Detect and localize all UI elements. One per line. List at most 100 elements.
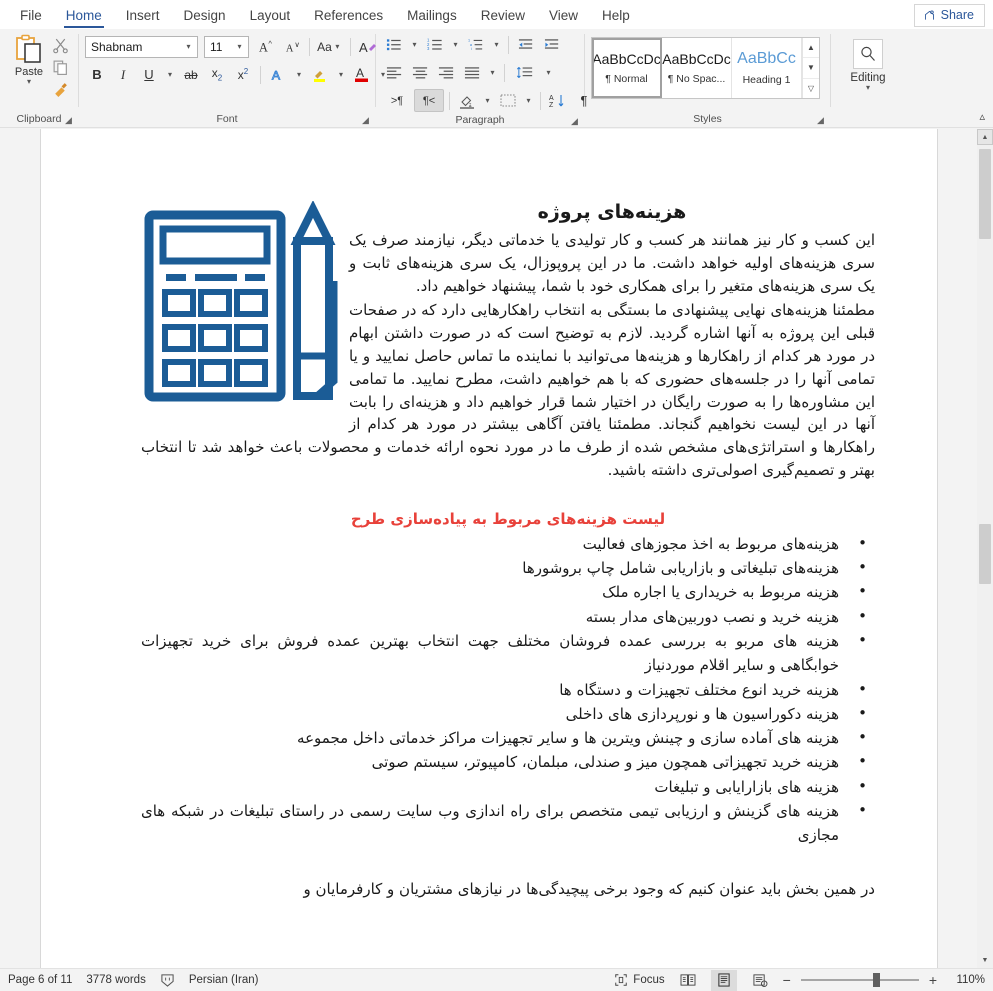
- tab-view[interactable]: View: [537, 4, 590, 29]
- read-mode-button[interactable]: [675, 970, 701, 991]
- styles-dialog-launcher[interactable]: ◢: [815, 115, 826, 126]
- tab-design[interactable]: Design: [172, 4, 238, 29]
- justify-dropdown[interactable]: ▾: [486, 61, 499, 84]
- styles-scroll-down-button[interactable]: ▼: [803, 58, 819, 79]
- style-no-spacing[interactable]: AaBbCcDc ¶ No Spac...: [662, 38, 732, 98]
- tab-label: File: [20, 8, 42, 23]
- change-case-button[interactable]: Aa ▾: [315, 35, 345, 58]
- ribbon: Paste ▾ Clipboard ◢ Shabnam ▾ 11 ▾ A ^ A…: [0, 29, 993, 128]
- tab-home[interactable]: Home: [54, 4, 114, 29]
- decrease-indent-button[interactable]: [514, 33, 538, 56]
- line-spacing-button[interactable]: [510, 61, 540, 84]
- tab-references[interactable]: References: [302, 4, 395, 29]
- left-to-right-button[interactable]: >¶: [382, 89, 412, 112]
- paragraph-dialog-launcher[interactable]: ◢: [569, 116, 580, 127]
- underline-dropdown[interactable]: ▾: [163, 63, 177, 86]
- chevron-down-icon[interactable]: ▾: [27, 78, 31, 86]
- document-page[interactable]: هزینه‌های پروژه این کسب و کار نیز همانند…: [40, 129, 938, 968]
- scroll-thumb-upper[interactable]: [979, 149, 991, 239]
- highlight-color-dropdown[interactable]: ▾: [334, 63, 348, 86]
- tab-file[interactable]: File: [8, 4, 54, 29]
- tab-label: Home: [65, 8, 102, 23]
- scroll-up-button[interactable]: ▲: [977, 129, 993, 145]
- align-center-button[interactable]: [408, 61, 432, 84]
- shading-button[interactable]: [455, 89, 479, 112]
- font-color-button[interactable]: A: [350, 63, 374, 86]
- styles-more-button[interactable]: ▽: [803, 79, 819, 98]
- sort-button[interactable]: AZ: [546, 89, 570, 112]
- clipboard-dialog-launcher[interactable]: ◢: [63, 115, 74, 126]
- font-name-combo[interactable]: Shabnam ▾: [85, 35, 198, 58]
- superscript-button[interactable]: x2: [231, 63, 255, 86]
- scroll-thumb[interactable]: [979, 524, 991, 584]
- scroll-down-button[interactable]: ▼: [977, 952, 993, 968]
- style-normal[interactable]: AaBbCcDc ¶ Normal: [592, 38, 662, 98]
- increase-indent-button[interactable]: [540, 33, 564, 56]
- tab-review[interactable]: Review: [469, 4, 537, 29]
- styles-scroll-up-button[interactable]: ▲: [803, 38, 819, 59]
- style-heading-1[interactable]: AaBbCc Heading 1: [732, 38, 802, 98]
- bullets-dropdown[interactable]: ▾: [408, 33, 421, 56]
- bullets-button[interactable]: [382, 33, 406, 56]
- divider: [508, 35, 509, 54]
- italic-button[interactable]: I: [111, 63, 135, 86]
- text-effects-button[interactable]: A: [266, 63, 290, 86]
- cut-button[interactable]: [52, 37, 69, 54]
- share-button[interactable]: Share: [913, 4, 985, 27]
- shrink-font-button[interactable]: A ∨: [280, 35, 304, 58]
- numbering-dropdown[interactable]: ▾: [449, 33, 462, 56]
- chevron-down-icon: ▾: [546, 68, 551, 77]
- zoom-level[interactable]: 110%: [947, 974, 985, 986]
- justify-button[interactable]: [460, 61, 484, 84]
- shading-dropdown[interactable]: ▾: [481, 89, 494, 112]
- document-bullet-list: هزینه‌های مربوط به اخذ مجوزهای فعالیت هز…: [141, 531, 875, 848]
- vertical-scrollbar[interactable]: ▲ ▼: [977, 129, 993, 968]
- borders-button[interactable]: [496, 89, 520, 112]
- proofing-errors-icon[interactable]: [160, 973, 175, 987]
- strikethrough-button[interactable]: ab: [179, 63, 203, 86]
- tab-label: Layout: [249, 8, 291, 23]
- focus-mode-button[interactable]: Focus: [614, 973, 665, 987]
- copy-button[interactable]: [52, 59, 69, 76]
- word-count[interactable]: 3778 words: [86, 974, 145, 986]
- text-highlight-button[interactable]: [308, 63, 332, 86]
- line-spacing-dropdown[interactable]: ▾: [542, 61, 555, 84]
- document-tail-paragraph: در همین بخش باید عنوان کنیم که وجود برخی…: [303, 879, 876, 898]
- svg-text:A: A: [359, 40, 368, 55]
- underline-button[interactable]: U: [137, 63, 161, 86]
- font-size-combo[interactable]: 11 ▾: [204, 35, 249, 58]
- grow-font-button[interactable]: A ^: [254, 35, 278, 58]
- zoom-in-button[interactable]: +: [929, 972, 937, 988]
- document-subheading: لیست هزینه‌های مربوط به پیاده‌سازی طرح: [350, 509, 666, 528]
- right-to-left-button[interactable]: ¶<: [414, 89, 444, 112]
- print-layout-button[interactable]: [710, 969, 737, 991]
- language-indicator[interactable]: Persian (Iran): [189, 974, 259, 986]
- align-right-button[interactable]: [434, 61, 458, 84]
- tab-help[interactable]: Help: [590, 4, 642, 29]
- font-dialog-launcher[interactable]: ◢: [360, 115, 371, 126]
- tab-mailings[interactable]: Mailings: [395, 4, 469, 29]
- tab-layout[interactable]: Layout: [238, 4, 303, 29]
- zoom-slider-thumb[interactable]: [872, 973, 880, 987]
- format-painter-button[interactable]: [52, 81, 69, 98]
- zoom-slider[interactable]: [800, 972, 919, 988]
- paste-button[interactable]: Paste ▾: [6, 33, 52, 86]
- numbering-button[interactable]: 123: [423, 33, 447, 56]
- chevron-down-icon: ▾: [526, 96, 531, 105]
- list-item: هزینه های گزینش و ارزیابی تیمی متخصص برا…: [141, 798, 875, 848]
- zoom-out-button[interactable]: −: [783, 972, 791, 988]
- calculator-pencil-illustration[interactable]: [141, 201, 349, 413]
- collapse-ribbon-button[interactable]: ▵: [979, 110, 985, 123]
- multilevel-list-button[interactable]: 1ai: [464, 33, 488, 56]
- borders-dropdown[interactable]: ▾: [522, 89, 535, 112]
- web-layout-button[interactable]: [747, 970, 773, 991]
- editing-button[interactable]: Editing ▾: [837, 33, 899, 92]
- page-indicator[interactable]: Page 6 of 11: [8, 974, 72, 986]
- bold-button[interactable]: B: [85, 63, 109, 86]
- text-effects-dropdown[interactable]: ▾: [292, 63, 306, 86]
- subscript-button[interactable]: x2: [205, 63, 229, 86]
- align-left-button[interactable]: [382, 61, 406, 84]
- tab-insert[interactable]: Insert: [114, 4, 172, 29]
- multilevel-dropdown[interactable]: ▾: [490, 33, 503, 56]
- chevron-down-icon: ▾: [453, 40, 458, 49]
